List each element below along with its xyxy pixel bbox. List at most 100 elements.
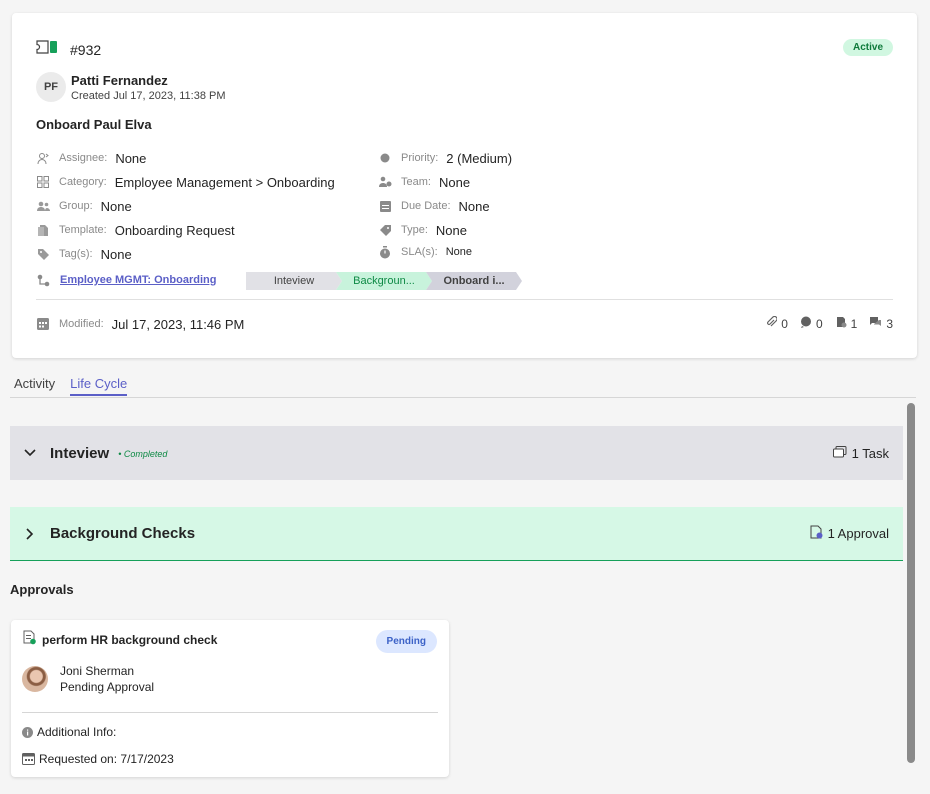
card-divider	[36, 299, 893, 300]
approval-title: perform HR background check	[42, 633, 218, 647]
panel-status: • Completed	[118, 449, 168, 459]
document-icon	[36, 223, 50, 237]
chat-count[interactable]: 3	[869, 316, 893, 331]
created-date: Created Jul 17, 2023, 11:38 PM	[71, 89, 226, 102]
chevron-down-icon[interactable]	[10, 449, 50, 457]
requested-on: Requested on: 7/17/2023	[22, 752, 174, 766]
field-sla[interactable]: SLA(s): None	[378, 243, 472, 261]
stage-interview[interactable]: Inteview	[246, 272, 342, 290]
field-tags[interactable]: Tag(s): None	[36, 245, 132, 263]
panel-title: Background Checks	[50, 525, 196, 542]
additional-info: Additional Info:	[22, 725, 116, 739]
approval-count-value: 1	[850, 316, 858, 331]
creator-name: Patti Fernandez	[71, 72, 168, 88]
group-label: Group:	[59, 200, 93, 212]
pending-badge: Pending	[375, 630, 437, 653]
field-group[interactable]: Group: None	[36, 197, 132, 215]
approval-card[interactable]: perform HR background check Pending Joni…	[11, 620, 449, 777]
paperclip-icon	[766, 315, 778, 331]
assignee-value: None	[115, 150, 147, 166]
tags-value: None	[100, 246, 132, 262]
field-team[interactable]: Team: None	[378, 173, 470, 191]
lifecycle-panel-interview[interactable]: Inteview • Completed 1 Task	[10, 426, 903, 480]
activity-counts: 0 0 1 3	[766, 315, 893, 331]
priority-value: 2 (Medium)	[446, 150, 513, 166]
approver: Joni Sherman Pending Approval	[22, 663, 154, 695]
type-label: Type:	[401, 224, 428, 236]
creator-info: PF Patti Fernandez Created Jul 17, 2023,…	[36, 72, 226, 102]
field-template[interactable]: Template: Onboarding Request	[36, 221, 235, 239]
category-label: Category:	[59, 176, 107, 188]
tag-icon	[36, 247, 50, 261]
chevron-right-icon[interactable]	[10, 527, 50, 540]
chat-icon	[869, 316, 882, 331]
stopwatch-icon	[378, 245, 392, 259]
comment-count[interactable]: 0	[800, 316, 823, 331]
field-due-date[interactable]: Due Date: None	[378, 197, 490, 215]
ticket-card: #932 Active PF Patti Fernandez Created J…	[12, 13, 917, 358]
tab-life-cycle[interactable]: Life Cycle	[70, 376, 128, 396]
sla-value: None	[445, 246, 472, 258]
category-value: Employee Management > Onboarding	[114, 174, 335, 190]
field-assignee[interactable]: Assignee: None	[36, 149, 146, 167]
modified-value: Jul 17, 2023, 11:46 PM	[111, 316, 245, 332]
calendar-icon	[378, 199, 392, 213]
priority-label: Priority:	[401, 152, 439, 164]
requested-on-value: Requested on: 7/17/2023	[39, 752, 174, 766]
attachment-count[interactable]: 0	[766, 315, 788, 331]
template-value: Onboarding Request	[114, 222, 235, 238]
sla-label: SLA(s):	[401, 246, 438, 258]
workflow-link[interactable]: Employee MGMT: Onboarding	[60, 274, 216, 286]
scrollbar[interactable]	[907, 403, 915, 763]
request-title: Onboard Paul Elva	[36, 117, 152, 132]
calendar-icon	[36, 317, 50, 331]
approvals-heading: Approvals	[10, 582, 74, 597]
approval-doc-icon	[23, 630, 36, 650]
field-type[interactable]: Type: None	[378, 221, 467, 239]
tab-bar: Activity Life Cycle	[14, 376, 128, 396]
field-priority[interactable]: Priority: 2 (Medium)	[378, 149, 512, 167]
modified-label: Modified:	[59, 318, 104, 330]
avatar: PF	[36, 72, 66, 102]
ticket-header: #932	[36, 40, 101, 59]
group-value: None	[100, 198, 132, 214]
approval-count-summary: 1 Approval	[827, 526, 889, 541]
task-count: 1 Task	[851, 445, 889, 461]
stage-background[interactable]: Backgroun...	[336, 272, 432, 290]
approver-name: Joni Sherman	[60, 664, 135, 678]
team-label: Team:	[401, 176, 431, 188]
approver-status: Pending Approval	[60, 680, 155, 694]
lifecycle-panel-background[interactable]: Background Checks 1 Approval	[10, 507, 903, 561]
panel-title: Inteview	[50, 444, 110, 462]
template-label: Template:	[59, 224, 107, 236]
approval-icon	[835, 316, 847, 331]
approval-count[interactable]: 1	[835, 316, 858, 331]
attachment-count-value: 0	[781, 316, 788, 331]
type-value: None	[435, 222, 467, 238]
workflow-stages: Inteview Backgroun... Onboard i...	[246, 272, 522, 290]
people-icon	[36, 199, 50, 213]
due-date-label: Due Date:	[401, 200, 451, 212]
team-value: None	[438, 174, 471, 190]
tab-divider	[10, 397, 916, 398]
approval-title-row: perform HR background check	[23, 630, 217, 650]
comment-icon	[800, 316, 812, 331]
status-badge: Active	[842, 39, 893, 56]
tasks-icon	[832, 445, 847, 461]
ticket-icon	[36, 40, 58, 59]
panel-summary: 1 Approval	[810, 525, 889, 542]
chat-count-value: 3	[886, 316, 893, 331]
comment-count-value: 0	[815, 316, 823, 331]
stage-onboard[interactable]: Onboard i...	[426, 272, 522, 290]
workflow-icon	[37, 274, 50, 292]
tags-label: Tag(s):	[59, 248, 93, 260]
tab-activity[interactable]: Activity	[14, 376, 55, 396]
type-tag-icon	[378, 223, 392, 237]
approval-doc-icon	[810, 525, 823, 542]
approval-divider	[22, 712, 438, 713]
field-modified: Modified: Jul 17, 2023, 11:46 PM	[36, 315, 244, 333]
field-category[interactable]: Category: Employee Management > Onboardi…	[36, 173, 335, 191]
person-icon	[36, 151, 50, 165]
due-date-value: None	[458, 198, 490, 214]
team-icon	[378, 175, 392, 189]
